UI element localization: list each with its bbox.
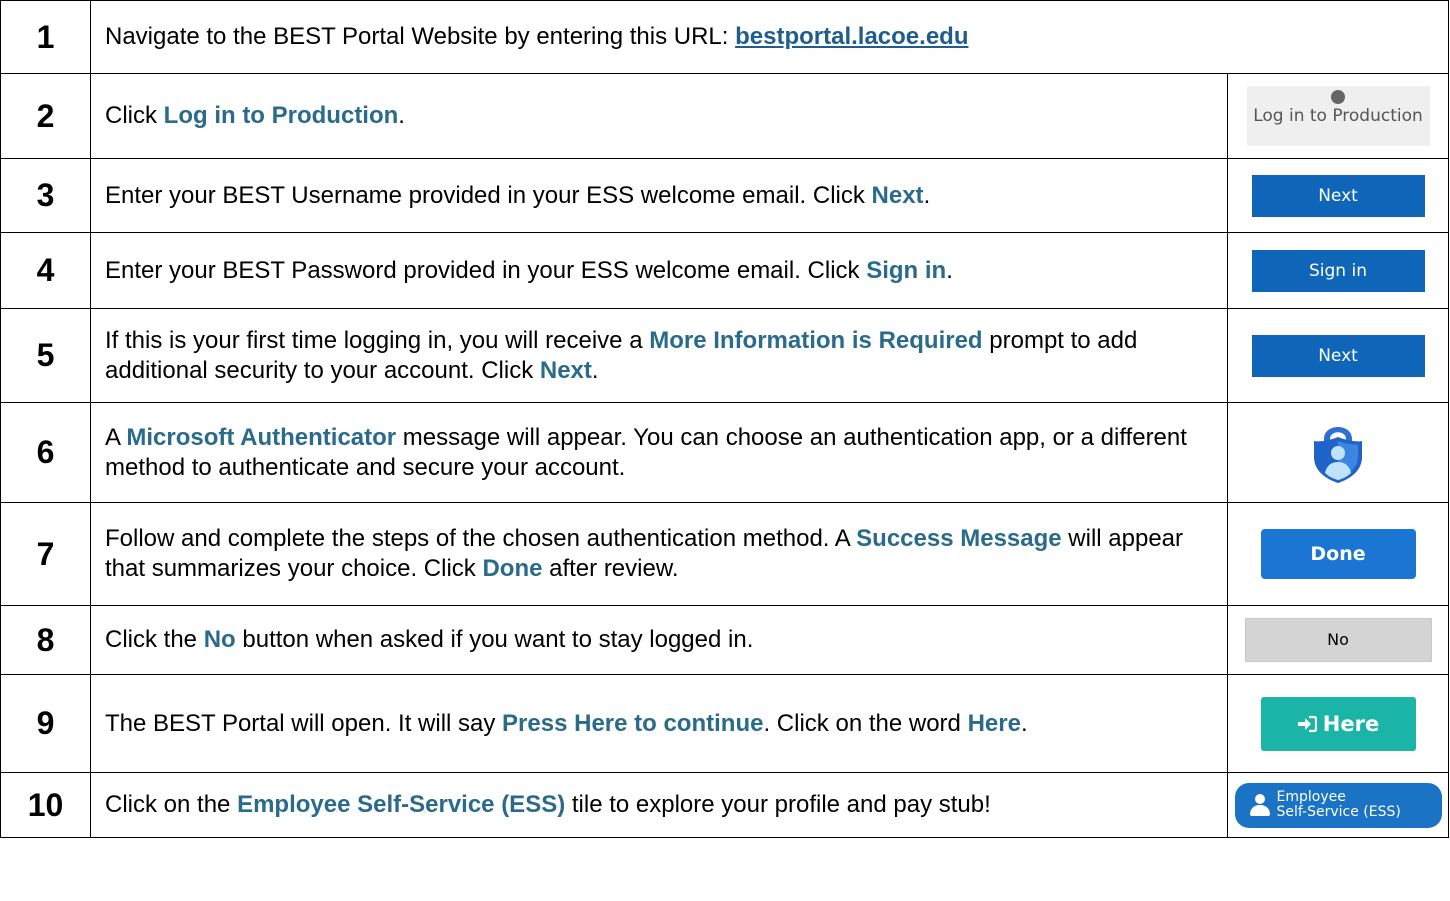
sign-in-button[interactable]: Sign in [1251, 249, 1425, 292]
microsoft-authenticator-icon [1314, 427, 1362, 483]
step-text: If this is your first time logging in, y… [90, 308, 1228, 403]
step-number: 10 [0, 772, 91, 838]
step-row-4: 4 Enter your BEST Password provided in y… [0, 232, 1450, 309]
step-visual: Next [1226, 308, 1450, 403]
step-row-9: 9 The BEST Portal will open. It will say… [0, 674, 1450, 773]
step-visual: Done [1226, 502, 1450, 606]
step-text: Navigate to the BEST Portal Website by e… [89, 0, 1450, 74]
step-number: 9 [0, 674, 91, 773]
sign-in-arrow-icon [1297, 715, 1317, 732]
log-in-to-production-button[interactable]: Log in to Production [1246, 86, 1430, 146]
step-visual: Employee Self-Service (ESS) [1226, 772, 1450, 838]
step-text: Enter your BEST Password provided in you… [90, 232, 1228, 309]
employee-self-service-tile[interactable]: Employee Self-Service (ESS) [1234, 782, 1442, 828]
step-row-5: 5 If this is your first time logging in,… [0, 308, 1450, 403]
step-number: 6 [0, 402, 91, 503]
step-row-10: 10 Click on the Employee Self-Service (E… [0, 772, 1450, 838]
step-number: 4 [0, 232, 91, 309]
step-visual: Log in to Production [1226, 73, 1450, 159]
step-visual: Sign in [1226, 232, 1450, 309]
step-number: 5 [0, 308, 91, 403]
step-visual [1226, 402, 1450, 503]
step-text: The BEST Portal will open. It will say P… [90, 674, 1228, 773]
step-text: Follow and complete the steps of the cho… [90, 502, 1228, 606]
step-row-6: 6 A Microsoft Authenticator message will… [0, 402, 1450, 503]
portal-url-link[interactable]: bestportal.lacoe.edu [735, 23, 968, 50]
person-icon [1249, 793, 1271, 817]
step-row-8: 8 Click the No button when asked if you … [0, 605, 1450, 675]
globe-icon [1331, 90, 1345, 104]
step-number: 3 [0, 158, 91, 233]
step-text: Click Log in to Production. [90, 73, 1228, 159]
step-number: 1 [0, 0, 91, 74]
step-row-2: 2 Click Log in to Production. Log in to … [0, 73, 1450, 159]
step-row-3: 3 Enter your BEST Username provided in y… [0, 158, 1450, 233]
step-text: A Microsoft Authenticator message will a… [90, 402, 1228, 503]
next-button[interactable]: Next [1251, 334, 1425, 377]
step-visual: Next [1226, 158, 1450, 233]
here-button[interactable]: Here [1260, 696, 1416, 751]
step-number: 2 [0, 73, 91, 159]
step-number: 8 [0, 605, 91, 675]
step-text: Click on the Employee Self-Service (ESS)… [90, 772, 1228, 838]
step-text: Click the No button when asked if you wa… [90, 605, 1228, 675]
step-row-1: 1 Navigate to the BEST Portal Website by… [0, 0, 1450, 74]
step-text: Enter your BEST Username provided in you… [90, 158, 1228, 233]
step-visual: Here [1226, 674, 1450, 773]
step-row-7: 7 Follow and complete the steps of the c… [0, 502, 1450, 606]
step-visual: No [1226, 605, 1450, 675]
steps-table: 1 Navigate to the BEST Portal Website by… [0, 0, 1450, 838]
done-button[interactable]: Done [1260, 529, 1416, 579]
no-button[interactable]: No [1244, 618, 1432, 662]
next-button[interactable]: Next [1251, 174, 1425, 217]
step-number: 7 [0, 502, 91, 606]
